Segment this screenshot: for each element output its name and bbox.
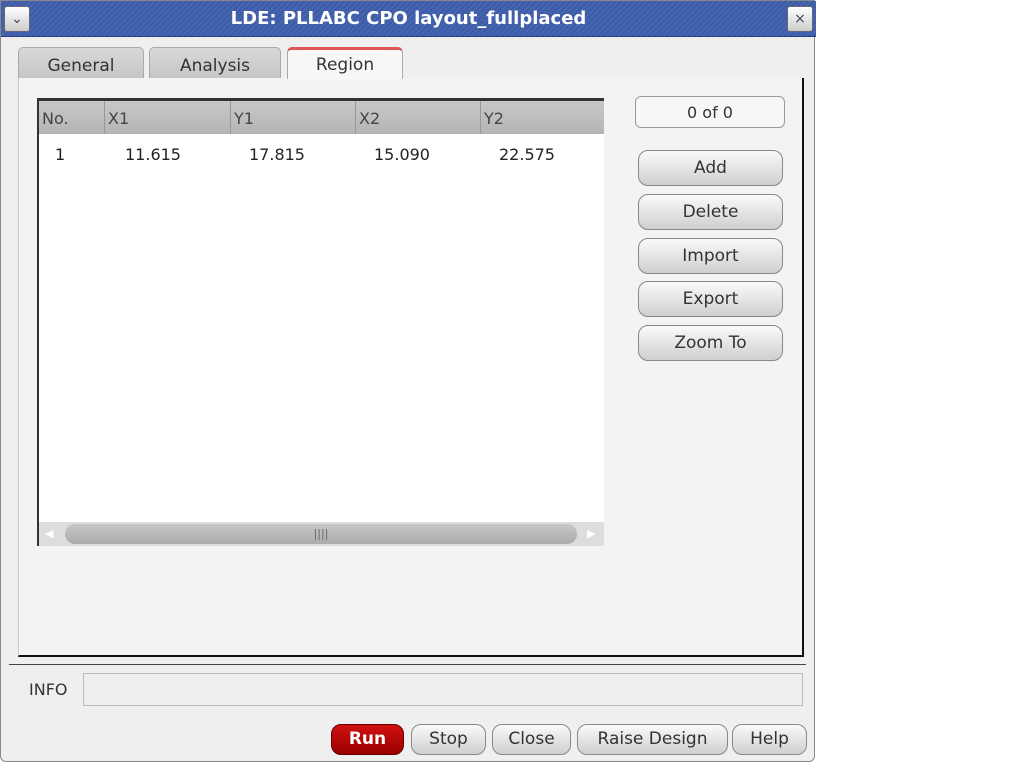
cell-x2: 15.090 (374, 145, 430, 164)
table-header: No. X1 Y1 X2 Y2 (39, 101, 604, 134)
tab-region[interactable]: Region (287, 47, 403, 79)
column-header-y1[interactable]: Y1 (230, 101, 355, 134)
export-button[interactable]: Export (638, 281, 783, 317)
import-button[interactable]: Import (638, 238, 783, 274)
table-row[interactable]: 1 11.615 17.815 15.090 22.575 (39, 134, 604, 164)
horizontal-scrollbar[interactable]: ◀ |||| ▶ (39, 522, 604, 546)
add-button[interactable]: Add (638, 150, 783, 186)
help-button[interactable]: Help (732, 724, 807, 755)
zoom-to-button[interactable]: Zoom To (638, 325, 783, 361)
info-label: INFO (29, 680, 68, 699)
region-table[interactable]: No. X1 Y1 X2 Y2 1 11.615 17.815 15.090 2… (37, 98, 604, 546)
column-header-y2[interactable]: Y2 (480, 101, 604, 134)
column-header-x2[interactable]: X2 (355, 101, 480, 134)
window-title: LDE: PLLABC CPO layout_fullplaced (230, 8, 587, 29)
run-button[interactable]: Run (331, 724, 404, 755)
cell-y2: 22.575 (499, 145, 555, 164)
column-header-no[interactable]: No. (39, 101, 104, 134)
column-header-x1[interactable]: X1 (104, 101, 230, 134)
cell-x1: 11.615 (125, 145, 181, 164)
region-counter: 0 of 0 (635, 96, 785, 128)
scroll-right-arrow-icon[interactable]: ▶ (587, 527, 595, 540)
close-window-icon[interactable]: × (787, 6, 813, 32)
title-bar[interactable]: ⌄ LDE: PLLABC CPO layout_fullplaced × (1, 1, 816, 37)
cell-no: 1 (55, 145, 66, 164)
close-button[interactable]: Close (492, 724, 571, 755)
tab-general[interactable]: General (18, 47, 144, 78)
stop-button[interactable]: Stop (411, 724, 486, 755)
tab-analysis[interactable]: Analysis (149, 47, 281, 78)
raise-design-button[interactable]: Raise Design (577, 724, 728, 755)
info-field (83, 673, 803, 706)
lde-dialog: ⌄ LDE: PLLABC CPO layout_fullplaced × Ge… (0, 0, 816, 762)
cell-y1: 17.815 (249, 145, 305, 164)
scrollbar-thumb[interactable]: |||| (65, 524, 577, 544)
delete-button[interactable]: Delete (638, 194, 783, 230)
scroll-left-arrow-icon[interactable]: ◀ (45, 527, 53, 540)
separator (9, 664, 806, 665)
